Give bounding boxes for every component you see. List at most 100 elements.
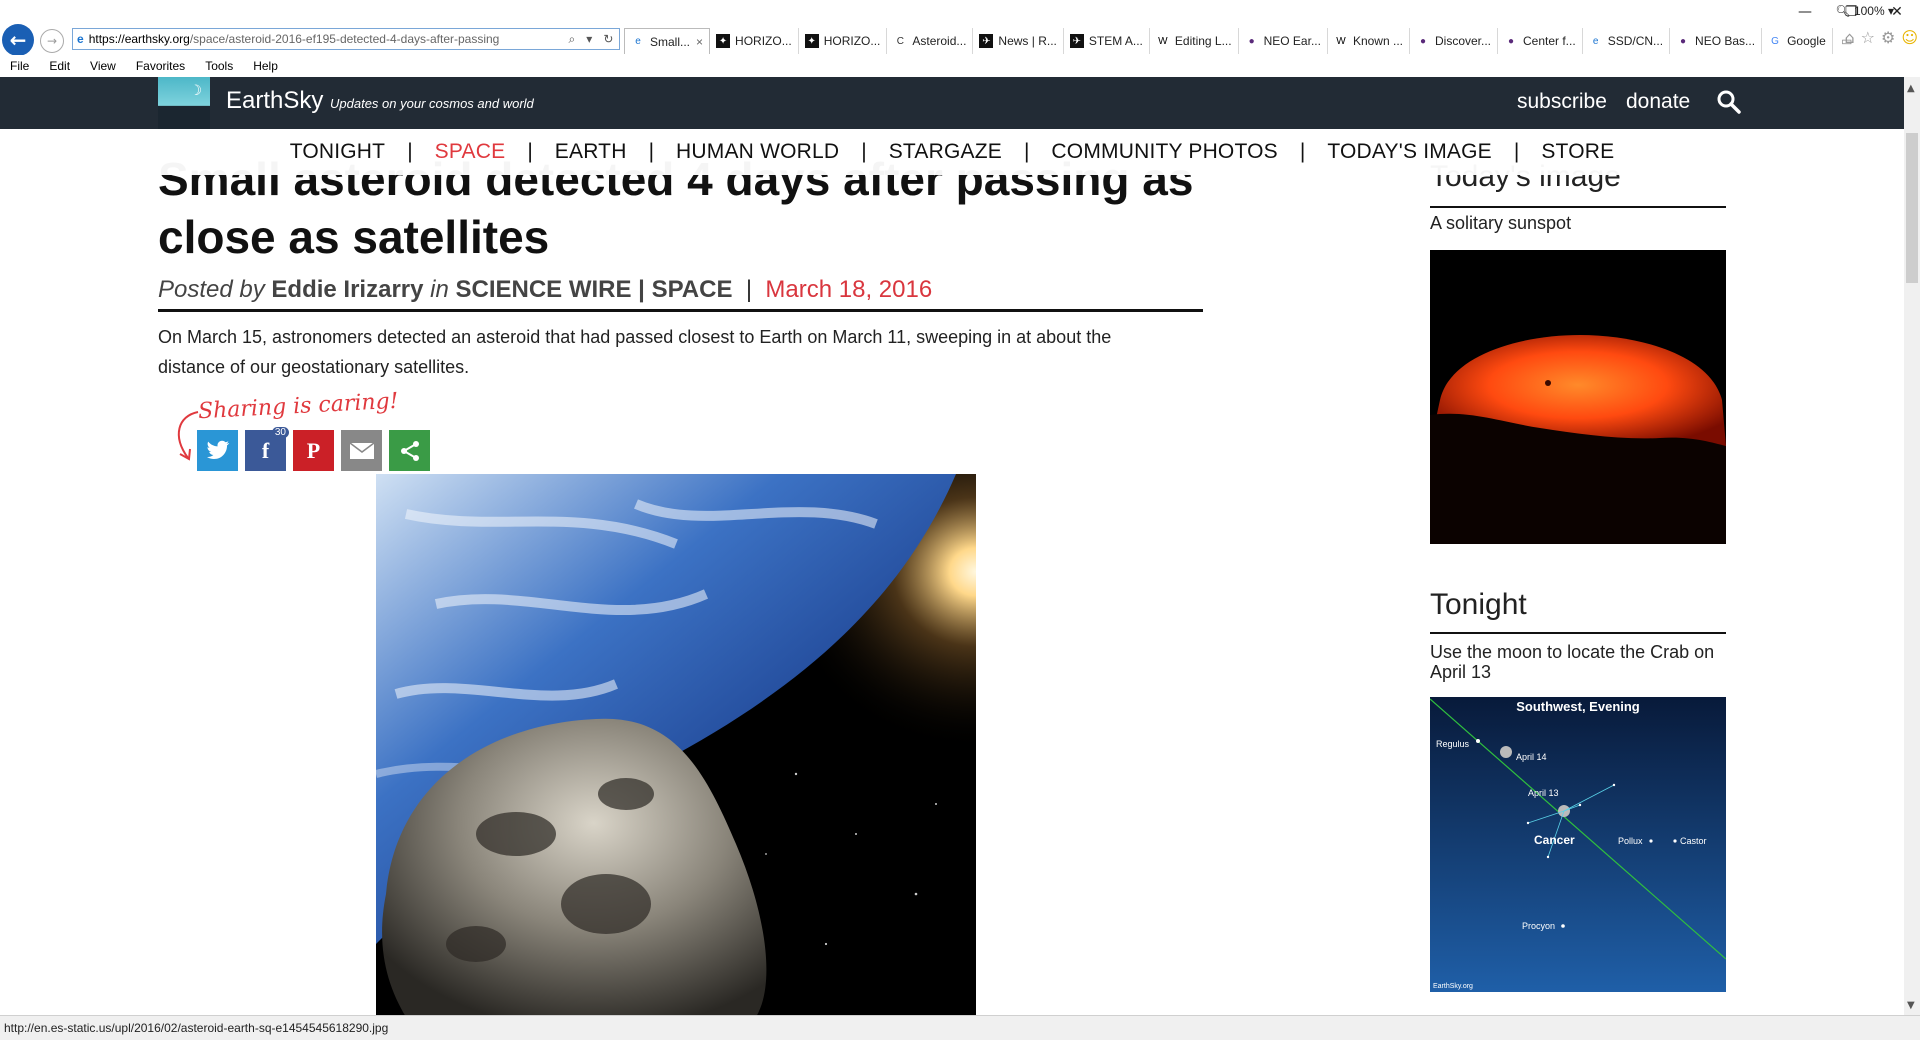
menu-tools[interactable]: Tools xyxy=(205,59,233,73)
nav-item-today-s-image[interactable]: TODAY'S IMAGE xyxy=(1327,140,1492,164)
sky-chart-image[interactable]: Southwest, Evening Regulus April 14 Apri… xyxy=(1430,697,1726,992)
scroll-up-icon[interactable]: ▲ xyxy=(1907,83,1915,94)
scroll-thumb[interactable] xyxy=(1906,133,1918,283)
rocket-icon: ✈ xyxy=(1069,34,1084,48)
settings-gear-icon[interactable]: ⚙ xyxy=(1881,28,1895,47)
neo-icon: ● xyxy=(1680,35,1687,47)
zoom-control[interactable]: 🔍︎ 100% ▾ xyxy=(1835,4,1894,18)
nav-item-tonight[interactable]: TONIGHT xyxy=(290,140,386,164)
browser-tab[interactable]: ✈ News | R... xyxy=(973,28,1064,54)
moon-icon: ☽ xyxy=(189,83,202,99)
tab-label: NEO Ear... xyxy=(1263,34,1321,48)
subscribe-link[interactable]: subscribe xyxy=(1517,90,1607,114)
browser-tab[interactable]: ✦ HORIZO... xyxy=(710,28,799,54)
google-icon: G xyxy=(1771,35,1779,47)
nav-item-stargaze[interactable]: STARGAZE xyxy=(889,140,1002,164)
browser-tab[interactable]: W Editing L... xyxy=(1150,28,1239,54)
sunspot-image[interactable] xyxy=(1430,250,1726,544)
nav-item-earth[interactable]: EARTH xyxy=(555,140,627,164)
browser-tab[interactable]: ● Center f... xyxy=(1498,28,1583,54)
wikipedia-icon: W xyxy=(1336,35,1346,47)
main-nav: TONIGHT | SPACE | EARTH | HUMAN WORLD | STARGAZE… xyxy=(0,129,1904,175)
more-share-button[interactable] xyxy=(389,430,430,471)
address-bar[interactable]: e https://earthsky.org/space/asteroid-20… xyxy=(72,28,620,50)
browser-tab[interactable]: e SSD/CN... xyxy=(1583,28,1671,54)
favorites-star-icon[interactable]: ☆ xyxy=(1861,28,1875,47)
menu-view[interactable]: View xyxy=(90,59,116,73)
site-title[interactable]: EarthSky xyxy=(226,87,323,115)
donate-link[interactable]: donate xyxy=(1626,90,1690,114)
tab-label: Center f... xyxy=(1523,34,1576,48)
wikipedia-icon: W xyxy=(1158,35,1168,47)
vertical-scrollbar[interactable]: ▲ ▼ xyxy=(1904,77,1920,1015)
author-link[interactable]: Eddie Irizarry xyxy=(271,276,423,303)
posted-by-label: Posted by xyxy=(158,276,265,303)
tab-label: Google xyxy=(1787,34,1826,48)
twitter-bird-icon xyxy=(206,440,229,459)
menu-file[interactable]: File xyxy=(10,59,29,73)
browser-tab[interactable]: ● NEO Ear... xyxy=(1239,28,1328,54)
browser-tab[interactable]: ● NEO Bas... xyxy=(1670,28,1763,54)
nav-separator: | xyxy=(527,140,533,163)
browser-tab[interactable]: C Asteroid... xyxy=(887,28,974,54)
tab-label: Small... xyxy=(650,34,691,49)
pollux-label: Pollux xyxy=(1618,836,1643,846)
category-links[interactable]: SCIENCE WIRE | SPACE xyxy=(456,276,733,303)
nav-item-community-photos[interactable]: COMMUNITY PHOTOS xyxy=(1051,140,1277,164)
neo-icon: ● xyxy=(1419,35,1426,47)
menu-help[interactable]: Help xyxy=(253,59,278,73)
pinterest-p-icon: P xyxy=(306,437,321,463)
procyon-label: Procyon xyxy=(1522,921,1555,931)
nav-item-store[interactable]: STORE xyxy=(1541,140,1614,164)
castor-label: Castor xyxy=(1680,836,1707,846)
twitter-share-button[interactable] xyxy=(197,430,238,471)
browser-tab[interactable]: ● Discover... xyxy=(1410,28,1498,54)
todays-image-caption[interactable]: A solitary sunspot xyxy=(1430,213,1571,234)
tab-label: News | R... xyxy=(998,34,1057,48)
tab-label: Editing L... xyxy=(1174,34,1232,48)
email-share-button[interactable] xyxy=(341,430,382,471)
cancer-label: Cancer xyxy=(1534,833,1575,847)
tonight-caption[interactable]: Use the moon to locate the Crab on April… xyxy=(1430,642,1726,682)
url-text[interactable]: https://earthsky.org/space/asteroid-2016… xyxy=(89,32,563,46)
minimize-button[interactable]: — xyxy=(1782,0,1828,24)
nav-separator: | xyxy=(861,140,867,163)
nav-separator: | xyxy=(407,140,413,163)
browser-tab[interactable]: e Small... × xyxy=(624,28,711,54)
search-icon[interactable]: ⌕ xyxy=(569,32,576,47)
nav-item-space[interactable]: SPACE xyxy=(435,140,506,164)
search-icon[interactable] xyxy=(1716,89,1742,115)
tab-label: Known ... xyxy=(1352,34,1403,48)
forward-button[interactable]: → xyxy=(40,29,64,53)
pinterest-share-button[interactable]: P xyxy=(293,430,334,471)
c-icon: C xyxy=(896,35,904,47)
site-tagline: Updates on your cosmos and world xyxy=(330,96,534,111)
menu-favorites[interactable]: Favorites xyxy=(136,59,185,73)
back-button[interactable]: ← xyxy=(2,24,34,56)
byline-separator: | xyxy=(739,276,759,303)
home-icon[interactable]: ⌂ xyxy=(1844,28,1854,47)
nav-item-human-world[interactable]: HUMAN WORLD xyxy=(676,140,839,164)
star-icon: ✦ xyxy=(804,34,819,48)
asteroid-illustration xyxy=(376,474,976,1017)
smiley-icon[interactable]: ☺ xyxy=(1901,28,1918,47)
browser-tab[interactable]: ✦ HORIZO... xyxy=(799,28,888,54)
facebook-share-button[interactable]: f 30 xyxy=(245,427,289,471)
refresh-icon[interactable]: ↻ xyxy=(603,32,613,47)
browser-tab[interactable]: W Known ... xyxy=(1328,28,1410,54)
tab-label: Asteroid... xyxy=(912,34,967,48)
facebook-f-icon: f xyxy=(261,437,270,463)
menu-edit[interactable]: Edit xyxy=(49,59,70,73)
tab-close-icon[interactable]: × xyxy=(696,35,703,49)
nav-separator: | xyxy=(1299,140,1306,163)
browser-tab[interactable]: G Google xyxy=(1762,28,1833,54)
dropdown-icon[interactable]: ▾ xyxy=(586,32,592,47)
scroll-down-icon[interactable]: ▼ xyxy=(1907,1000,1915,1011)
envelope-icon xyxy=(349,441,374,459)
browser-toolbar: ⌂ ☆ ⚙ ☺ xyxy=(1844,28,1918,47)
earthsky-logo[interactable]: ☽ xyxy=(158,77,210,129)
browser-tab[interactable]: ✈ STEM A... xyxy=(1064,28,1150,54)
chart-credit: EarthSky.org xyxy=(1433,983,1473,990)
sharing-label: Sharing is caring! xyxy=(197,388,400,425)
asteroid-earth-image[interactable] xyxy=(376,474,976,1017)
